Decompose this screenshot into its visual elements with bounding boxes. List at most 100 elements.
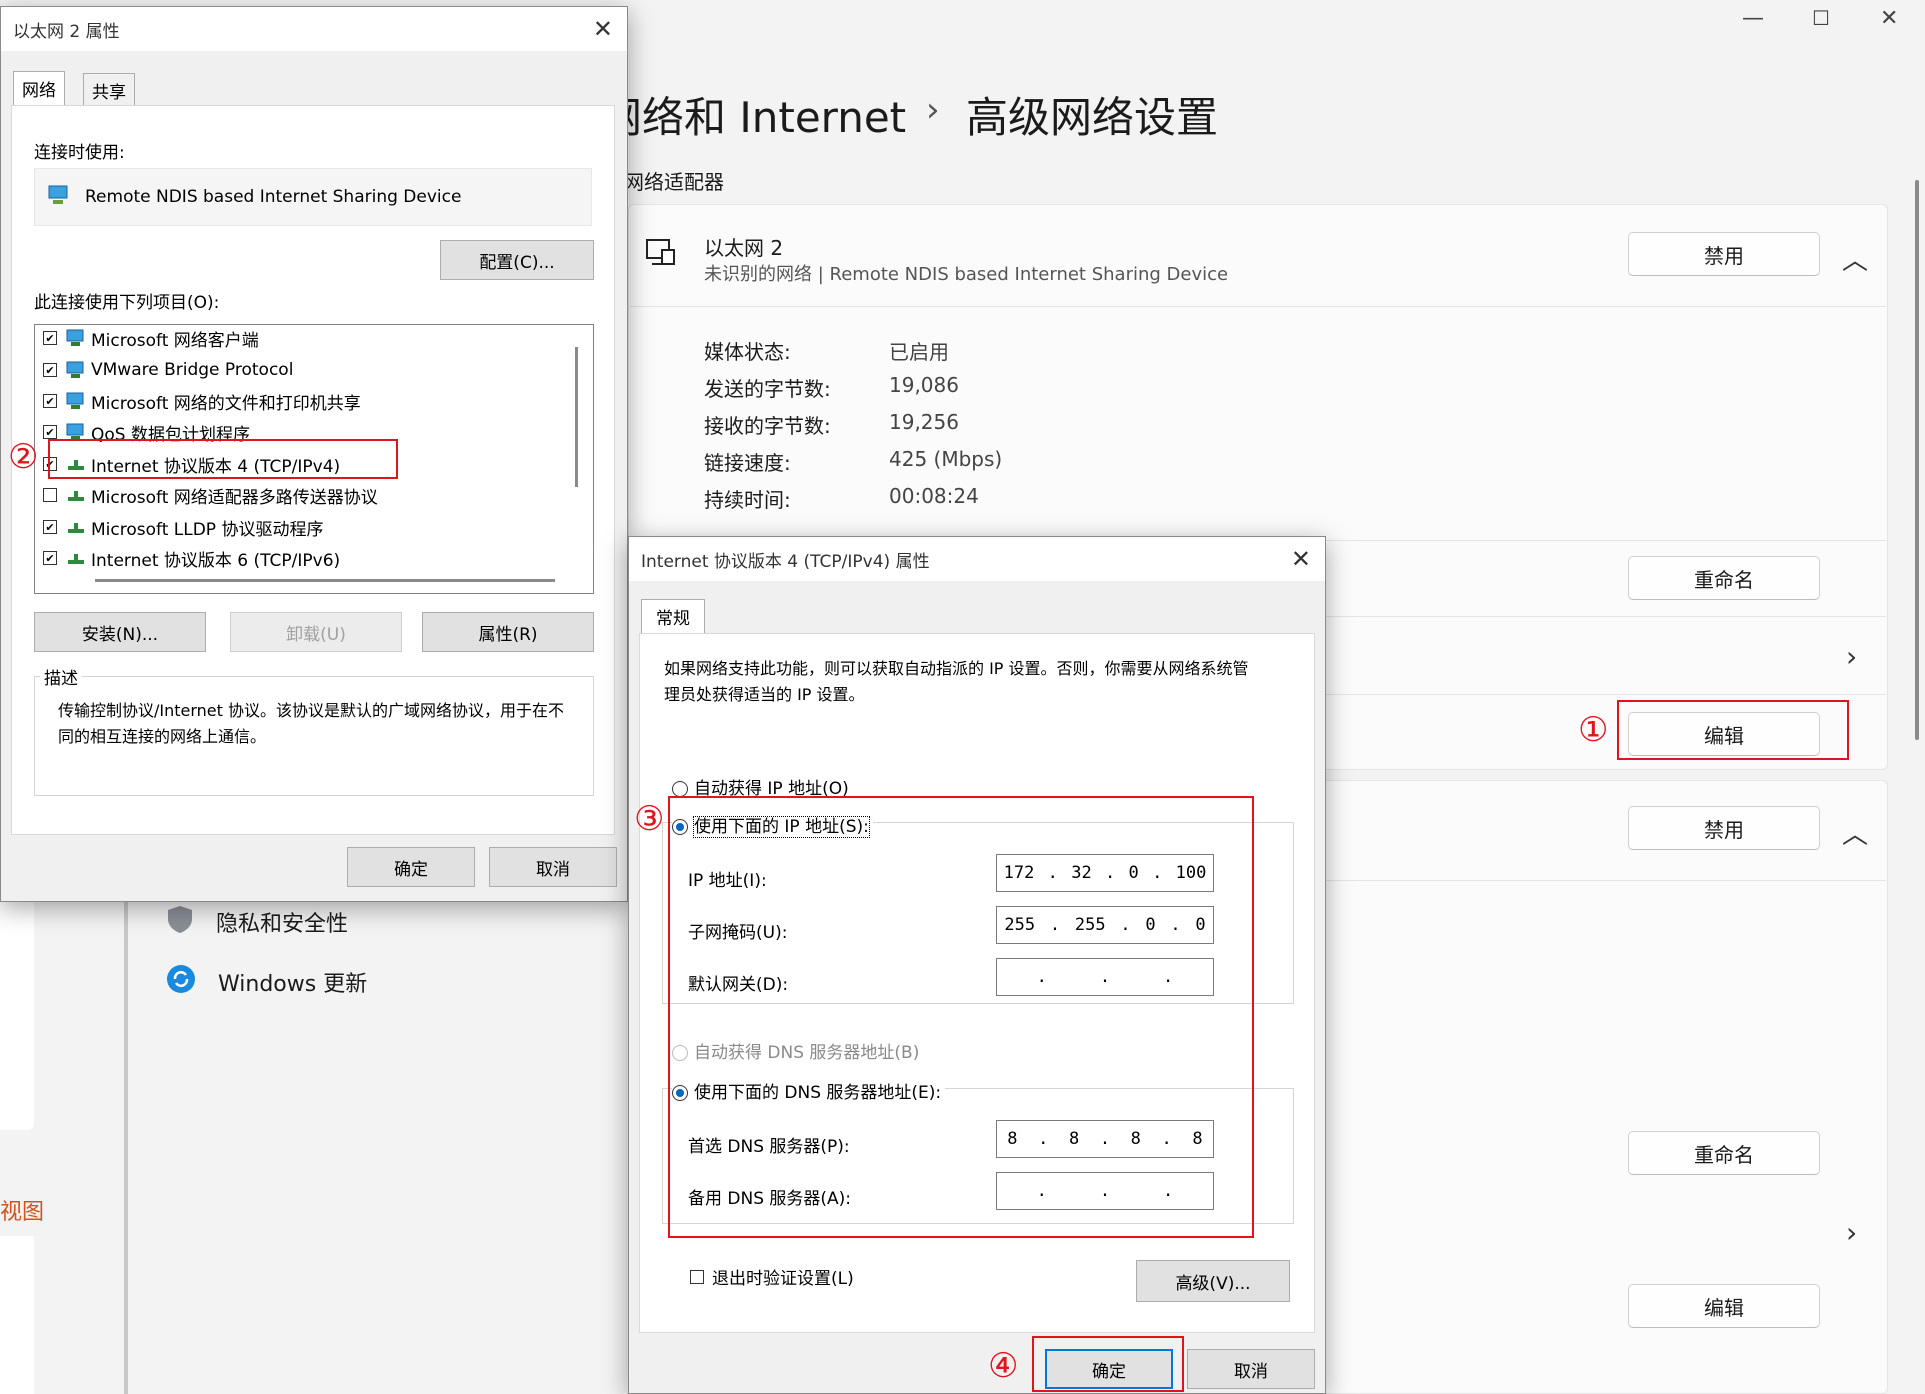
rename-button[interactable]: 重命名 <box>1628 556 1820 600</box>
adapter-subtitle: 未识别的网络 | Remote NDIS based Internet Shar… <box>704 264 1229 285</box>
list-item[interactable]: ✔ Microsoft 网络的文件和打印机共享 <box>43 388 361 414</box>
connect-using-label: 连接时使用: <box>34 143 125 163</box>
list-item[interactable]: ✔ Internet 协议版本 6 (TCP/IPv6) <box>43 545 340 571</box>
prop-value: 19,256 <box>889 410 959 434</box>
nav-item-privacy[interactable]: 隐私和安全性 <box>166 904 348 940</box>
nav-divider <box>124 880 128 1394</box>
nav-item-windows-update[interactable]: Windows 更新 <box>166 964 367 1000</box>
prop-value: 425 (Mbps) <box>889 447 1003 471</box>
highlight-ipv4-item <box>48 439 398 479</box>
chevron-up-icon[interactable]: ︿ <box>1842 240 1868 277</box>
breadcrumb-separator: › <box>926 90 940 130</box>
dialog-title: 以太网 2 属性 <box>13 21 120 42</box>
disable-button-2[interactable]: 禁用 <box>1628 806 1820 850</box>
item-label: Microsoft 网络的文件和打印机共享 <box>91 393 361 414</box>
highlight-edit-button <box>1617 700 1849 760</box>
properties-button[interactable]: 属性(R) <box>422 612 594 652</box>
highlight-ok-button <box>1032 1336 1184 1392</box>
install-button[interactable]: 安装(N)... <box>34 612 206 652</box>
prop-value: 19,086 <box>889 373 959 397</box>
protocol-icon <box>65 485 87 505</box>
nav-label: 隐私和安全性 <box>216 912 349 937</box>
vertical-scrollbar[interactable] <box>575 347 578 487</box>
partial-panel <box>0 1236 34 1394</box>
tab-general[interactable]: 常规 <box>641 599 705 633</box>
checkbox[interactable]: ✔ <box>43 551 57 565</box>
checkbox[interactable]: ✔ <box>43 520 57 534</box>
maximize-button[interactable]: ☐ <box>1812 6 1830 30</box>
checkbox[interactable] <box>690 1269 704 1284</box>
list-item[interactable]: Microsoft 网络适配器多路传送器协议 <box>43 482 378 508</box>
checkbox[interactable]: ✔ <box>43 425 57 439</box>
list-item[interactable]: ✔ VMware Bridge Protocol <box>43 357 293 383</box>
page-title: 高级网络设置 <box>966 93 1219 142</box>
prop-label: 持续时间: <box>704 488 791 512</box>
chevron-right-icon[interactable]: › <box>1846 1216 1857 1249</box>
prop-label: 发送的字节数: <box>704 377 831 401</box>
checkbox[interactable] <box>43 488 57 502</box>
prop-label: 媒体状态: <box>704 340 791 364</box>
divider <box>630 306 1886 307</box>
tab-sharing[interactable]: 共享 <box>83 73 135 107</box>
update-icon <box>166 964 196 1000</box>
step-1-marker: ① <box>1578 710 1609 750</box>
option-label: 退出时验证设置(L) <box>712 1269 854 1289</box>
section-title: 网络适配器 <box>624 170 724 194</box>
network-service-icon <box>65 391 87 411</box>
cancel-button[interactable]: 取消 <box>1187 1349 1315 1389</box>
cancel-button[interactable]: 取消 <box>489 847 617 887</box>
prop-value: 已启用 <box>889 340 949 364</box>
item-label: Microsoft LLDP 协议驱动程序 <box>91 519 324 540</box>
disable-button[interactable]: 禁用 <box>1628 232 1820 276</box>
dialog-title: Internet 协议版本 4 (TCP/IPv4) 属性 <box>641 551 930 572</box>
item-label: VMware Bridge Protocol <box>91 360 294 380</box>
prop-value: 00:08:24 <box>889 484 979 508</box>
close-icon[interactable]: ✕ <box>593 15 613 43</box>
step-3-marker: ③ <box>634 799 665 839</box>
chevron-up-icon[interactable]: ︿ <box>1842 814 1868 851</box>
uninstall-button[interactable]: 卸载(U) <box>230 612 402 652</box>
protocol-icon <box>65 517 87 537</box>
chevron-right-icon[interactable]: › <box>1846 640 1857 673</box>
dialog-titlebar: Internet 协议版本 4 (TCP/IPv4) 属性 ✕ <box>629 537 1325 581</box>
items-label: 此连接使用下列项目(O): <box>34 293 220 313</box>
device-name: Remote NDIS based Internet Sharing Devic… <box>85 187 462 207</box>
close-icon[interactable]: ✕ <box>1291 545 1311 573</box>
item-label: Microsoft 网络客户端 <box>91 330 259 351</box>
ethernet-icon <box>644 236 678 274</box>
shield-icon <box>166 904 194 940</box>
minimize-button[interactable]: — <box>1742 6 1764 31</box>
edit-button-2[interactable]: 编辑 <box>1628 1284 1820 1328</box>
device-field: Remote NDIS based Internet Sharing Devic… <box>34 168 592 226</box>
list-item[interactable]: ✔ Microsoft 网络客户端 <box>43 325 259 351</box>
partial-panel <box>0 880 34 1130</box>
checkbox[interactable]: ✔ <box>43 331 57 345</box>
validate-on-exit-option[interactable]: 退出时验证设置(L) <box>690 1264 854 1289</box>
checkbox[interactable]: ✔ <box>43 394 57 408</box>
list-item[interactable]: ✔ Microsoft LLDP 协议驱动程序 <box>43 514 323 540</box>
intro-text: 如果网络支持此功能，则可以获取自动指派的 IP 设置。否则，你需要从网络系统管理… <box>664 659 1249 704</box>
step-4-marker: ④ <box>988 1346 1019 1386</box>
rename-button-2[interactable]: 重命名 <box>1628 1131 1820 1175</box>
step-2-marker: ② <box>8 437 39 477</box>
item-label: Internet 协议版本 6 (TCP/IPv6) <box>91 550 341 571</box>
configure-button[interactable]: 配置(C)... <box>440 240 594 280</box>
breadcrumb-parent[interactable]: 网络和 Internet <box>600 84 906 145</box>
description-text: 传输控制协议/Internet 协议。该协议是默认的广域网络协议，用于在不同的相… <box>58 701 565 746</box>
dialog-titlebar: 以太网 2 属性 ✕ <box>1 7 627 51</box>
highlight-ip-settings <box>668 796 1254 1238</box>
description-title: 描述 <box>40 664 82 689</box>
adapter-name: 以太网 2 <box>704 236 784 260</box>
checkbox[interactable]: ✔ <box>43 363 57 377</box>
network-adapter-icon <box>47 184 71 211</box>
ok-button[interactable]: 确定 <box>347 847 475 887</box>
prop-label: 接收的字节数: <box>704 414 831 438</box>
close-button[interactable]: ✕ <box>1880 6 1898 31</box>
advanced-button[interactable]: 高级(V)... <box>1136 1260 1290 1302</box>
scrollbar[interactable] <box>1915 180 1919 740</box>
item-label: Microsoft 网络适配器多路传送器协议 <box>91 487 378 508</box>
horizontal-scrollbar[interactable] <box>95 579 555 582</box>
radio-button[interactable] <box>672 781 688 797</box>
partial-link[interactable]: 视图 <box>0 1194 44 1226</box>
tab-network[interactable]: 网络 <box>13 71 65 105</box>
